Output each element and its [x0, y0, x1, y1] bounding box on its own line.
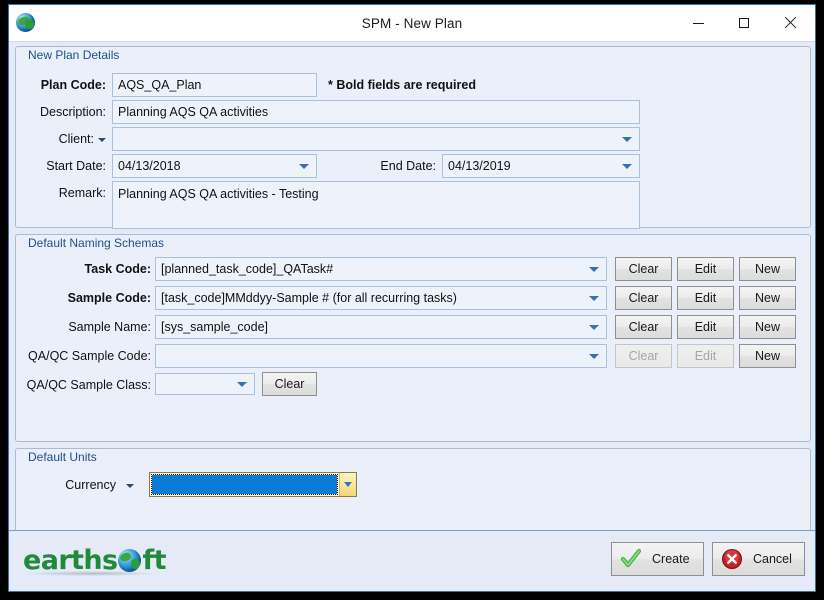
currency-label: Currency — [16, 477, 116, 493]
chevron-down-icon — [589, 296, 599, 301]
start-date-label: Start Date: — [16, 158, 106, 174]
remark-label: Remark: — [16, 185, 106, 201]
qaqc-sample-class-clear-button[interactable]: Clear — [262, 372, 317, 396]
task-code-edit-button[interactable]: Edit — [677, 257, 734, 281]
dialog-body: New Plan Details Plan Code: AQS_QA_Plan … — [9, 42, 815, 591]
group-new-plan-details: New Plan Details Plan Code: AQS_QA_Plan … — [15, 46, 811, 228]
dialog-footer: earthsft Create — [9, 530, 815, 591]
qaqc-sample-class-label: QA/QC Sample Class: — [16, 377, 151, 393]
plan-code-label: Plan Code: — [16, 77, 106, 93]
end-date-label: End Date: — [316, 158, 436, 174]
chevron-down-icon — [589, 325, 599, 330]
qaqc-sample-code-edit-button: Edit — [677, 344, 734, 368]
qaqc-sample-class-combo[interactable] — [155, 373, 255, 395]
client-label: Client: — [16, 131, 94, 147]
sample-name-clear-button[interactable]: Clear — [615, 315, 672, 339]
required-note: * Bold fields are required — [328, 77, 628, 93]
title-bar: SPM - New Plan — [9, 5, 815, 42]
sample-code-clear-button[interactable]: Clear — [615, 286, 672, 310]
app-globe-icon — [15, 13, 35, 33]
group-default-naming-schemas-title: Default Naming Schemas — [24, 236, 168, 250]
chevron-down-icon — [589, 354, 599, 359]
currency-caret-icon[interactable] — [126, 484, 134, 488]
sample-name-value: [sys_sample_code] — [161, 320, 268, 334]
client-combo[interactable] — [112, 127, 640, 151]
qaqc-sample-code-combo[interactable] — [155, 344, 607, 368]
task-code-label: Task Code: — [16, 261, 151, 277]
spm-new-plan-window: SPM - New Plan New Plan Details Plan Cod… — [8, 4, 816, 592]
description-input[interactable]: Planning AQS QA activities — [112, 100, 640, 124]
sample-name-combo[interactable]: [sys_sample_code] — [155, 315, 607, 339]
task-code-clear-button[interactable]: Clear — [615, 257, 672, 281]
end-date-value: 04/13/2019 — [448, 159, 511, 173]
sample-name-label: Sample Name: — [16, 319, 151, 335]
sample-code-edit-button[interactable]: Edit — [677, 286, 734, 310]
check-icon — [620, 548, 642, 570]
chevron-down-icon — [237, 382, 247, 387]
plan-code-input[interactable]: AQS_QA_Plan — [112, 73, 317, 97]
cancel-icon — [721, 548, 743, 570]
maximize-button[interactable] — [721, 6, 767, 40]
chevron-down-icon — [622, 164, 632, 169]
qaqc-sample-code-label: QA/QC Sample Code: — [16, 348, 151, 364]
task-code-combo[interactable]: [planned_task_code]_QATask# — [155, 257, 607, 281]
sample-name-new-button[interactable]: New — [739, 315, 796, 339]
minimize-button[interactable] — [675, 6, 721, 40]
chevron-down-icon — [344, 482, 352, 487]
sample-code-label: Sample Code: — [16, 290, 151, 306]
end-date-combo[interactable]: 04/13/2019 — [442, 154, 640, 178]
cancel-button[interactable]: Cancel — [712, 542, 805, 576]
window-controls — [675, 5, 815, 41]
currency-dropdown-button[interactable] — [339, 473, 356, 496]
globe-icon — [118, 549, 141, 572]
logo-shadow — [25, 571, 157, 576]
create-button[interactable]: Create — [611, 542, 704, 576]
qaqc-sample-code-clear-button: Clear — [615, 344, 672, 368]
minimize-icon — [693, 23, 704, 24]
start-date-value: 04/13/2018 — [118, 159, 181, 173]
currency-combo[interactable] — [149, 472, 357, 497]
maximize-icon — [739, 18, 749, 28]
group-default-units-title: Default Units — [24, 450, 101, 464]
task-code-value: [planned_task_code]_QATask# — [161, 262, 333, 276]
remark-input[interactable]: Planning AQS QA activities - Testing — [112, 181, 640, 229]
sample-code-combo[interactable]: [task_code]MMddyy-Sample # (for all recu… — [155, 286, 607, 310]
chevron-down-icon — [299, 164, 309, 169]
create-button-label: Create — [652, 552, 704, 566]
sample-name-edit-button[interactable]: Edit — [677, 315, 734, 339]
description-label: Description: — [16, 104, 106, 120]
group-new-plan-details-title: New Plan Details — [24, 48, 123, 62]
qaqc-sample-code-new-button[interactable]: New — [739, 344, 796, 368]
chevron-down-icon — [622, 137, 632, 142]
cancel-button-label: Cancel — [753, 552, 806, 566]
close-button[interactable] — [767, 6, 813, 40]
client-caret-icon[interactable] — [98, 138, 106, 142]
sample-code-new-button[interactable]: New — [739, 286, 796, 310]
task-code-new-button[interactable]: New — [739, 257, 796, 281]
group-default-naming-schemas: Default Naming Schemas Task Code: [plann… — [15, 234, 811, 442]
sample-code-value: [task_code]MMddyy-Sample # (for all recu… — [161, 291, 457, 305]
start-date-combo[interactable]: 04/13/2018 — [112, 154, 317, 178]
close-icon — [784, 17, 796, 29]
currency-combo-value — [152, 475, 337, 494]
chevron-down-icon — [589, 267, 599, 272]
